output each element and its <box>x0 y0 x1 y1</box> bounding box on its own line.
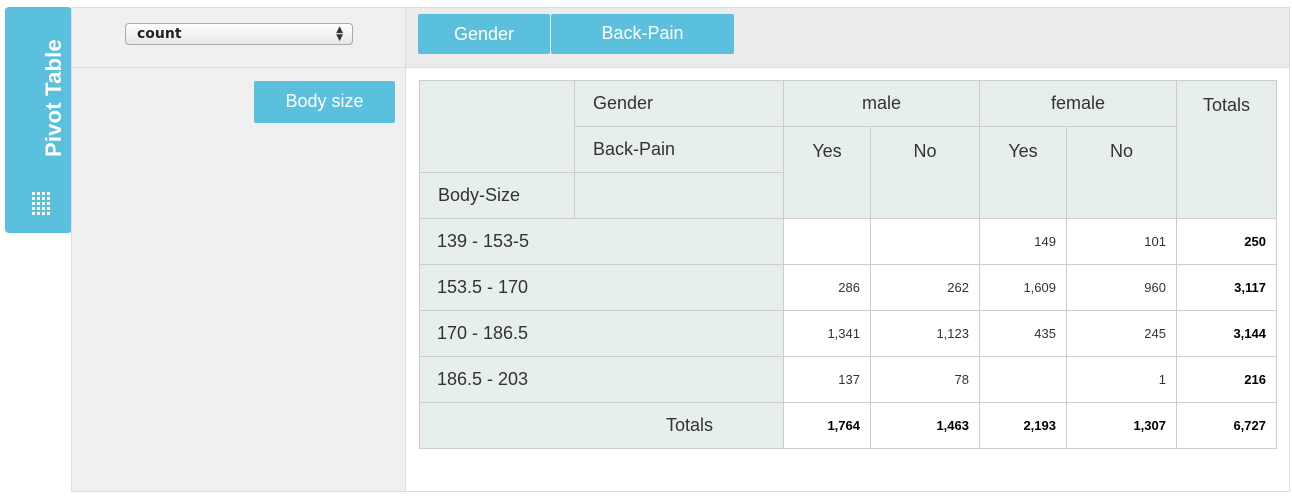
pivot-table-side-tab[interactable]: Pivot Table <box>5 7 72 233</box>
col-total: 1,764 <box>783 402 871 449</box>
row-total: 3,117 <box>1176 264 1277 311</box>
table-row: 170 - 186.5 1,341 1,123 435 245 3,144 <box>419 310 1277 357</box>
row-attr-body-size: Body-Size <box>419 172 575 219</box>
row-attr-spacer <box>574 172 784 219</box>
aggregator-select[interactable]: count ▲ ▼ <box>125 23 353 45</box>
totals-row: Totals 1,764 1,463 2,193 1,307 6,727 <box>419 402 1277 449</box>
row-fields-area: Body size <box>72 68 406 491</box>
data-cell <box>870 218 980 265</box>
side-tab-label: Pivot Table <box>41 39 66 157</box>
table-row: 186.5 - 203 137 78 1 216 <box>419 356 1277 403</box>
data-cell: 1,123 <box>870 310 980 357</box>
table-row: 139 - 153-5 149 101 250 <box>419 218 1277 265</box>
data-cell: 286 <box>783 264 871 311</box>
pivot-table: Gender male female Totals Back-Pain Yes … <box>419 80 1277 449</box>
col-field-back-pain[interactable]: Back-Pain <box>551 14 734 54</box>
pivot-ui: count ▲ ▼ Gender Back-Pain Body size Gend… <box>71 7 1290 492</box>
col-header-male: male <box>783 80 980 127</box>
table-row: 153.5 - 170 286 262 1,609 960 3,117 <box>419 264 1277 311</box>
row-total: 250 <box>1176 218 1277 265</box>
row-field-body-size[interactable]: Body size <box>254 81 395 123</box>
row-total: 216 <box>1176 356 1277 403</box>
data-cell <box>979 356 1067 403</box>
select-arrows-icon: ▲ ▼ <box>336 25 343 43</box>
row-label: 153.5 - 170 <box>419 264 784 311</box>
data-cell: 262 <box>870 264 980 311</box>
data-cell: 78 <box>870 356 980 403</box>
column-fields-area: Gender Back-Pain <box>406 8 1289 68</box>
data-cell: 1,341 <box>783 310 871 357</box>
aggregator-value: count <box>137 26 182 42</box>
data-cell: 137 <box>783 356 871 403</box>
col-header-female: female <box>979 80 1177 127</box>
col-total: 1,463 <box>870 402 980 449</box>
grand-total: 6,727 <box>1176 402 1277 449</box>
col-total: 2,193 <box>979 402 1067 449</box>
pivot-output: Gender male female Totals Back-Pain Yes … <box>406 68 1289 491</box>
data-cell: 101 <box>1066 218 1177 265</box>
data-cell: 435 <box>979 310 1067 357</box>
col-header-female-no: No <box>1066 126 1177 219</box>
col-total: 1,307 <box>1066 402 1177 449</box>
row-total: 3,144 <box>1176 310 1277 357</box>
data-cell: 245 <box>1066 310 1177 357</box>
data-cell: 1 <box>1066 356 1177 403</box>
col-header-totals: Totals <box>1176 80 1277 219</box>
col-header-male-yes: Yes <box>783 126 871 219</box>
row-label: 186.5 - 203 <box>419 356 784 403</box>
col-attr-back-pain: Back-Pain <box>574 126 784 173</box>
row-label: 139 - 153-5 <box>419 218 784 265</box>
aggregator-area: count ▲ ▼ <box>72 8 406 68</box>
data-cell: 149 <box>979 218 1067 265</box>
col-field-gender[interactable]: Gender <box>418 14 550 54</box>
totals-row-label: Totals <box>419 402 784 449</box>
data-cell <box>783 218 871 265</box>
table-corner <box>419 80 575 173</box>
data-cell: 1,609 <box>979 264 1067 311</box>
col-header-female-yes: Yes <box>979 126 1067 219</box>
col-attr-gender: Gender <box>574 80 784 127</box>
col-header-male-no: No <box>870 126 980 219</box>
row-label: 170 - 186.5 <box>419 310 784 357</box>
data-cell: 960 <box>1066 264 1177 311</box>
grip-icon <box>32 192 52 216</box>
